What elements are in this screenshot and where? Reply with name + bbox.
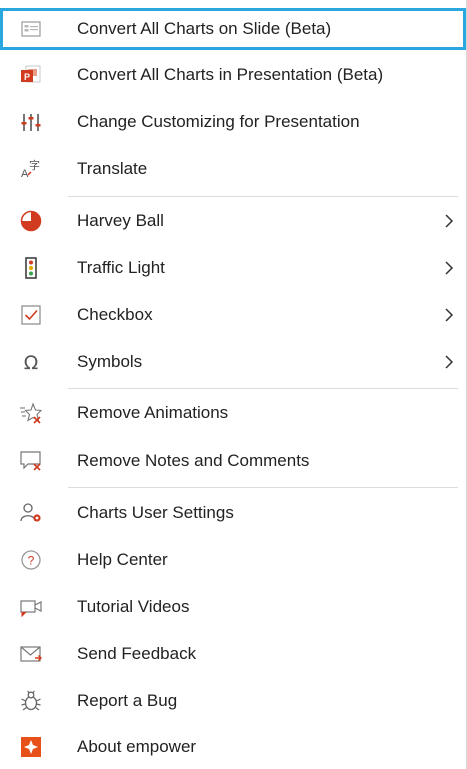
menu-item-harvey-ball[interactable]: Harvey Ball [0,201,466,241]
menu-item-help-center[interactable]: ? Help Center [0,540,466,580]
menu-item-label: Translate [77,159,148,178]
menu-item-checkbox[interactable]: Checkbox [0,295,466,335]
checkbox-icon [20,304,42,326]
chevron-right-icon [445,261,454,275]
chevron-right-icon [445,355,454,369]
menu-item-about-empower[interactable]: About empower [0,727,466,767]
context-menu: Convert All Charts on Slide (Beta) P Con… [0,0,467,769]
menu-item-label: Send Feedback [77,644,197,663]
menu-item-charts-user-settings[interactable]: Charts User Settings [0,493,466,533]
menu-item-label: Help Center [77,550,168,569]
help-icon: ? [20,549,42,571]
menu-item-traffic-light[interactable]: Traffic Light [0,248,466,288]
menu-separator [68,388,458,389]
chevron-right-icon [445,308,454,322]
menu-item-label: Convert All Charts on Slide (Beta) [77,19,332,38]
mail-icon [20,643,42,665]
menu-item-label: Change Customizing for Presentation [77,112,360,131]
bug-icon [20,690,42,712]
svg-text:Ω: Ω [24,352,39,373]
svg-text:A: A [21,168,29,180]
menu-item-send-feedback[interactable]: Send Feedback [0,634,466,674]
menu-item-label: Harvey Ball [77,211,164,230]
remove-comments-icon [20,450,42,472]
omega-icon: Ω [20,351,42,373]
chevron-right-icon [445,214,454,228]
harvey-ball-icon [20,210,42,232]
menu-item-translate[interactable]: A字 Translate [0,149,466,189]
menu-item-tutorial-videos[interactable]: Tutorial Videos [0,587,466,627]
menu-item-label: About empower [77,737,197,756]
traffic-light-icon [20,257,42,279]
slide-chart-icon [20,18,42,40]
menu-item-label: Charts User Settings [77,503,234,522]
sliders-icon [20,111,42,133]
menu-item-convert-presentation[interactable]: P Convert All Charts in Presentation (Be… [0,55,466,95]
menu-separator [68,487,458,488]
menu-item-label: Remove Notes and Comments [77,451,310,470]
menu-item-symbols[interactable]: Ω Symbols [0,342,466,382]
menu-item-label: Symbols [77,352,143,371]
menu-item-report-bug[interactable]: Report a Bug [0,681,466,721]
powerpoint-icon: P [20,64,42,86]
menu-separator [68,196,458,197]
menu-item-label: Traffic Light [77,258,165,277]
menu-item-label: Report a Bug [77,691,178,710]
remove-animations-icon [20,402,42,424]
svg-text:?: ? [28,554,35,568]
menu-item-label: Tutorial Videos [77,597,190,616]
menu-item-remove-notes-comments[interactable]: Remove Notes and Comments [0,441,466,481]
menu-item-label: Remove Animations [77,403,229,422]
user-settings-icon [20,502,42,524]
menu-item-convert-slide[interactable]: Convert All Charts on Slide (Beta) [0,8,466,50]
svg-text:P: P [24,72,30,82]
menu-item-label: Convert All Charts in Presentation (Beta… [77,65,384,84]
empower-logo-icon [20,736,42,758]
video-icon [20,596,42,618]
menu-item-remove-animations[interactable]: Remove Animations [0,393,466,433]
menu-item-change-customizing[interactable]: Change Customizing for Presentation [0,102,466,142]
svg-text:字: 字 [29,158,40,172]
translate-icon: A字 [20,158,42,180]
menu-item-label: Checkbox [77,305,153,324]
